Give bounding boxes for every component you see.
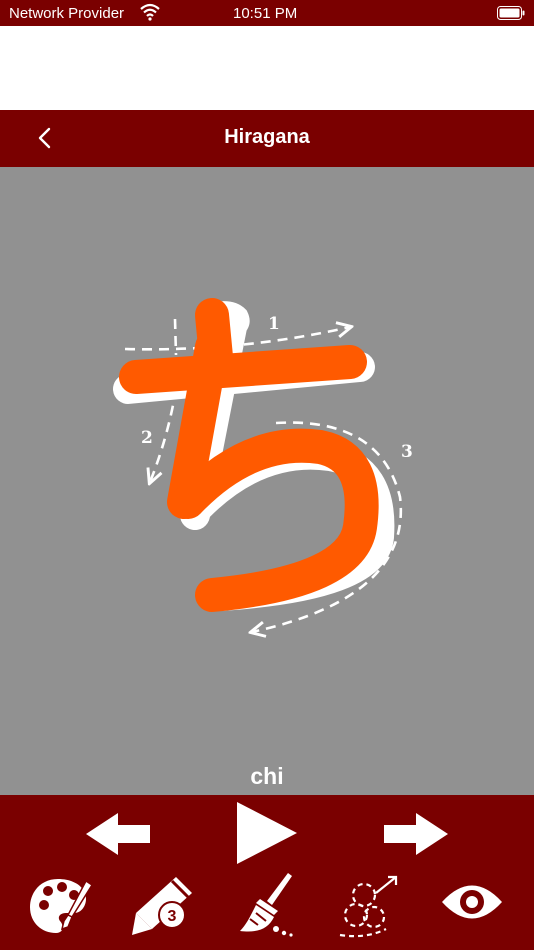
status-bar: Network Provider 10:51 PM: [0, 0, 534, 26]
battery-icon: [497, 6, 525, 24]
nav-bar: Hiragana: [0, 110, 534, 167]
drawing-canvas[interactable]: 1 2 3 chi: [0, 167, 534, 795]
palette-icon: [30, 879, 94, 933]
toggle-guide-visibility-button[interactable]: [440, 879, 504, 925]
pencil-size-badge: 3: [168, 908, 177, 925]
broom-icon: [240, 873, 293, 937]
pencil-icon: 3: [132, 877, 192, 935]
stroke-number-3: 3: [401, 442, 413, 462]
color-palette-button[interactable]: [28, 877, 96, 935]
user-drawn-strokes: [119, 298, 379, 612]
play-icon: [237, 802, 297, 864]
trace-path-icon: [339, 875, 398, 938]
clear-canvas-button[interactable]: [236, 871, 298, 939]
eye-icon: [442, 885, 502, 919]
character-stroke-diagram: 1 2 3 chi: [113, 298, 413, 789]
arrow-left-icon: [86, 813, 150, 855]
carrier-label: Network Provider: [9, 5, 125, 22]
next-character-button[interactable]: [382, 811, 450, 857]
stroke-number-1: 1: [268, 314, 280, 334]
header-spacer: [0, 26, 534, 110]
page-title: Hiragana: [224, 126, 310, 148]
wifi-icon: [140, 3, 160, 25]
pencil-thickness-button[interactable]: 3: [130, 873, 200, 937]
arrow-right-icon: [384, 813, 448, 855]
previous-character-button[interactable]: [84, 811, 152, 857]
romaji-label: chi: [250, 763, 283, 789]
stroke-number-2: 2: [141, 428, 153, 448]
status-time: 10:51 PM: [233, 5, 298, 22]
trace-guide-button[interactable]: [336, 873, 404, 939]
bottom-toolbar: 3: [0, 795, 534, 950]
play-animation-button[interactable]: [236, 801, 298, 865]
